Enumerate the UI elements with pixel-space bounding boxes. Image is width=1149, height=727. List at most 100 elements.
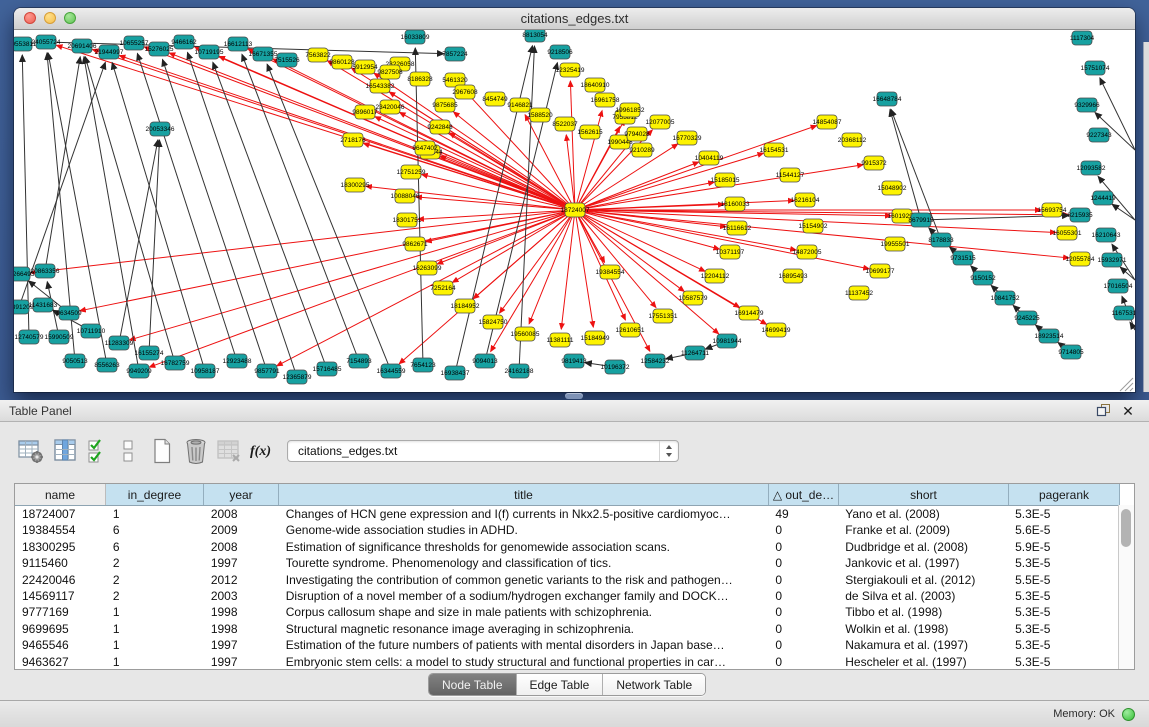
graph-node[interactable]: 9862671: [402, 237, 428, 251]
graph-node[interactable]: 16770329: [673, 131, 702, 145]
graph-node[interactable]: 12584232: [641, 354, 670, 368]
graph-node[interactable]: 18301751: [393, 213, 422, 227]
graph-node[interactable]: 2718176: [340, 133, 366, 147]
graph-node[interactable]: 8215935: [1067, 208, 1093, 222]
graph-node[interactable]: 16648784: [873, 92, 902, 106]
unselect-all-columns-icon[interactable]: [119, 438, 147, 466]
graph-edge[interactable]: [242, 54, 359, 361]
graph-node[interactable]: 9150152: [970, 271, 996, 285]
graph-edge[interactable]: [85, 57, 175, 363]
graph-node[interactable]: 20691406: [68, 39, 97, 53]
graph-node[interactable]: 10088046: [391, 189, 420, 203]
graph-node[interactable]: 16116612: [723, 221, 752, 235]
column-header-name[interactable]: name: [15, 484, 106, 505]
graph-node[interactable]: 9210289: [629, 143, 655, 157]
graph-node[interactable]: 5912954: [352, 60, 378, 74]
graph-node[interactable]: 12077005: [646, 115, 675, 129]
graph-edge[interactable]: [277, 210, 575, 366]
graph-node[interactable]: 10404119: [695, 151, 724, 165]
graph-node[interactable]: 16782759: [161, 356, 190, 370]
graph-node[interactable]: 9714805: [1058, 345, 1084, 359]
column-header-title[interactable]: title: [279, 484, 769, 505]
graph-node[interactable]: 18923514: [1035, 329, 1064, 343]
table-row[interactable]: 977716911998Corpus callosum shape and si…: [15, 604, 1119, 620]
graph-node[interactable]: 2967608: [452, 85, 478, 99]
table-vertical-scrollbar[interactable]: [1118, 505, 1134, 669]
graph-node[interactable]: 17551351: [649, 309, 678, 323]
graph-node[interactable]: 10958187: [191, 364, 220, 378]
graph-node[interactable]: 1244419: [1090, 191, 1116, 205]
graph-node[interactable]: 12055784: [1066, 252, 1095, 266]
graph-node[interactable]: 23420046: [376, 100, 405, 114]
graph-node[interactable]: 9218506: [547, 45, 573, 59]
graph-node[interactable]: 10981944: [713, 334, 742, 348]
table-row[interactable]: 1456911722003Disruption of a novel membe…: [15, 588, 1119, 604]
graph-node[interactable]: 1167531: [1112, 306, 1135, 320]
graph-node[interactable]: 16895493: [779, 269, 808, 283]
graph-node[interactable]: 18160033: [721, 197, 750, 211]
graph-edge[interactable]: [499, 210, 575, 313]
graph-edge[interactable]: [575, 210, 869, 269]
graph-node[interactable]: 15990509: [45, 330, 74, 344]
table-row[interactable]: 969969511998Structural magnetic resonanc…: [15, 621, 1119, 637]
graph-edge[interactable]: [119, 140, 158, 343]
graph-node[interactable]: 9896017: [352, 105, 378, 119]
graph-node[interactable]: 12204112: [701, 269, 730, 283]
delete-table-icon[interactable]: [216, 438, 244, 466]
select-all-columns-icon[interactable]: [87, 438, 115, 466]
graph-node[interactable]: 12325419: [556, 63, 585, 77]
graph-node[interactable]: 14699419: [762, 323, 791, 337]
graph-node[interactable]: 7563822: [305, 48, 331, 62]
graph-node[interactable]: 16263099: [413, 261, 442, 275]
graph-node[interactable]: 15184949: [581, 331, 610, 345]
graph-node[interactable]: 16210643: [1092, 228, 1121, 242]
graph-node[interactable]: 16344559: [377, 364, 406, 378]
graph-node[interactable]: 8186328: [407, 72, 433, 86]
graph-node[interactable]: 7252164: [430, 281, 456, 295]
table-row[interactable]: 1830029562008Estimation of significance …: [15, 539, 1119, 555]
graph-node[interactable]: 15154902: [799, 219, 828, 233]
network-canvas[interactable]: 2055381124055724206914062194499710655257…: [14, 30, 1135, 392]
column-header-in_degree[interactable]: in_degree: [106, 484, 204, 505]
graph-node[interactable]: 9819413: [561, 354, 587, 368]
graph-edge[interactable]: [452, 210, 575, 282]
graph-edge[interactable]: [149, 140, 159, 353]
graph-edge[interactable]: [575, 162, 699, 210]
create-column-icon[interactable]: [149, 438, 177, 466]
graph-node[interactable]: 9329966: [1074, 98, 1100, 112]
graph-node[interactable]: 9647402: [412, 141, 438, 155]
graph-node[interactable]: 20863356: [31, 264, 60, 278]
table-row[interactable]: 946362711997Embryonic stem cells: a mode…: [15, 654, 1119, 669]
graph-node[interactable]: 14854087: [813, 115, 842, 129]
graph-node[interactable]: 20368112: [838, 133, 867, 147]
graph-node[interactable]: 16216104: [791, 193, 820, 207]
table-row[interactable]: 911546021997Tourette syndrome. Phenomeno…: [15, 555, 1119, 571]
graph-node[interactable]: 1562615: [577, 125, 603, 139]
graph-edge[interactable]: [137, 53, 237, 361]
column-header-out_degree[interactable]: △ out_de…: [769, 484, 839, 505]
graph-edge[interactable]: [575, 210, 656, 308]
graph-edge[interactable]: [162, 59, 267, 371]
graph-node[interactable]: 10587579: [679, 291, 708, 305]
graph-node[interactable]: 16914479: [735, 306, 764, 320]
graph-node[interactable]: 9857791: [254, 364, 280, 378]
graph-node[interactable]: 10196372: [601, 360, 630, 374]
function-builder-icon[interactable]: f(x): [250, 438, 284, 466]
graph-node[interactable]: 12365879: [283, 370, 312, 384]
graph-edge[interactable]: [575, 210, 705, 271]
graph-node[interactable]: 15824750: [479, 315, 508, 329]
graph-node[interactable]: 9860128: [329, 55, 355, 69]
graph-node[interactable]: 19955501: [881, 237, 910, 251]
graph-node[interactable]: 7515526: [274, 53, 300, 67]
graph-node[interactable]: 9146821: [507, 98, 533, 112]
graph-node[interactable]: 16543382: [366, 79, 395, 93]
graph-node[interactable]: 11137452: [845, 286, 873, 300]
graph-node[interactable]: 9227343: [1086, 128, 1112, 142]
graph-node[interactable]: 15932971: [1098, 253, 1127, 267]
graph-node[interactable]: 8679919: [908, 213, 934, 227]
graph-node[interactable]: 10841752: [991, 291, 1020, 305]
graph-node[interactable]: 16033809: [401, 30, 430, 44]
panel-splitter-handle[interactable]: [565, 393, 583, 399]
graph-node[interactable]: 16155274: [135, 346, 164, 360]
graph-node[interactable]: 7654123: [410, 358, 436, 372]
